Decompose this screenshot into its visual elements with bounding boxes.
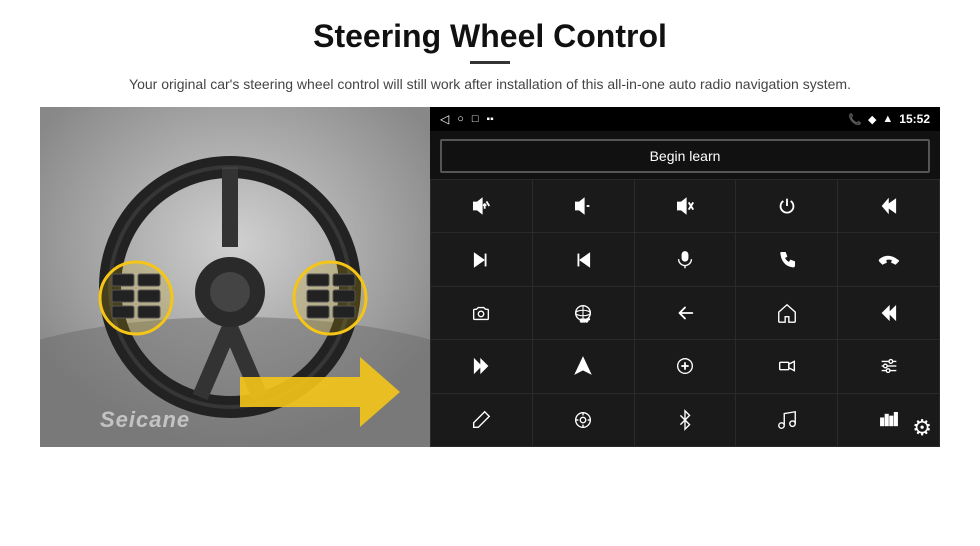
recents-icon[interactable]: □ — [472, 113, 479, 125]
mute-button[interactable] — [635, 180, 736, 232]
icon-grid: 360° — [430, 179, 940, 447]
fast-forward-button[interactable] — [431, 340, 532, 392]
pen-button[interactable] — [431, 394, 532, 446]
rewind-button[interactable] — [838, 287, 939, 339]
hang-up-button[interactable] — [838, 233, 939, 285]
bluetooth-button[interactable] — [635, 394, 736, 446]
location-status-icon: ◆ — [868, 113, 876, 126]
title-section: Steering Wheel Control Your original car… — [40, 18, 940, 95]
eq-button[interactable] — [838, 340, 939, 392]
sd-card-icon: ▪▪ — [487, 114, 494, 125]
page-container: Steering Wheel Control Your original car… — [0, 0, 980, 457]
view-360-button[interactable]: 360° — [533, 287, 634, 339]
svg-text:360°: 360° — [580, 318, 590, 323]
settings-circle-button[interactable] — [533, 394, 634, 446]
vol-up-button[interactable] — [431, 180, 532, 232]
wifi-status-icon: ▲ — [882, 113, 893, 125]
gear-icon[interactable]: ⚙ — [912, 415, 932, 441]
prev-track-button[interactable] — [838, 180, 939, 232]
begin-learn-button[interactable]: Begin learn — [440, 139, 930, 173]
content-area: Seicane ◁ ○ □ ▪▪ 📞 ◆ — [40, 107, 940, 447]
music-button[interactable] — [736, 394, 837, 446]
back-nav-icon[interactable]: ◁ — [440, 112, 449, 126]
status-bar-left: ◁ ○ □ ▪▪ — [440, 112, 494, 126]
status-bar-right: 📞 ◆ ▲ 15:52 — [848, 112, 930, 126]
skip-forward-button[interactable] — [431, 233, 532, 285]
skip-back-button[interactable] — [533, 233, 634, 285]
phone-status-icon: 📞 — [848, 113, 862, 126]
android-ui: ◁ ○ □ ▪▪ 📞 ◆ ▲ 15:52 Begin learn — [430, 107, 940, 447]
watermark: Seicane — [100, 407, 190, 433]
title-divider — [470, 61, 510, 64]
home-nav-icon[interactable]: ○ — [457, 113, 464, 125]
begin-learn-row: Begin learn — [430, 131, 940, 179]
status-bar: ◁ ○ □ ▪▪ 📞 ◆ ▲ 15:52 — [430, 107, 940, 131]
navigate-button[interactable] — [533, 340, 634, 392]
steering-wheel-illustration — [40, 107, 430, 447]
car-image-bg: Seicane — [40, 107, 430, 447]
mic-button[interactable] — [635, 233, 736, 285]
camera-button[interactable] — [431, 287, 532, 339]
home-button[interactable] — [736, 287, 837, 339]
page-title: Steering Wheel Control — [40, 18, 940, 55]
subtitle: Your original car's steering wheel contr… — [110, 74, 870, 95]
phone-answer-button[interactable] — [736, 233, 837, 285]
time-display: 15:52 — [899, 112, 930, 126]
back-button[interactable] — [635, 287, 736, 339]
car-image-section: Seicane — [40, 107, 430, 447]
vol-down-button[interactable] — [533, 180, 634, 232]
power-button[interactable] — [736, 180, 837, 232]
swap-button[interactable] — [635, 340, 736, 392]
record-button[interactable] — [736, 340, 837, 392]
